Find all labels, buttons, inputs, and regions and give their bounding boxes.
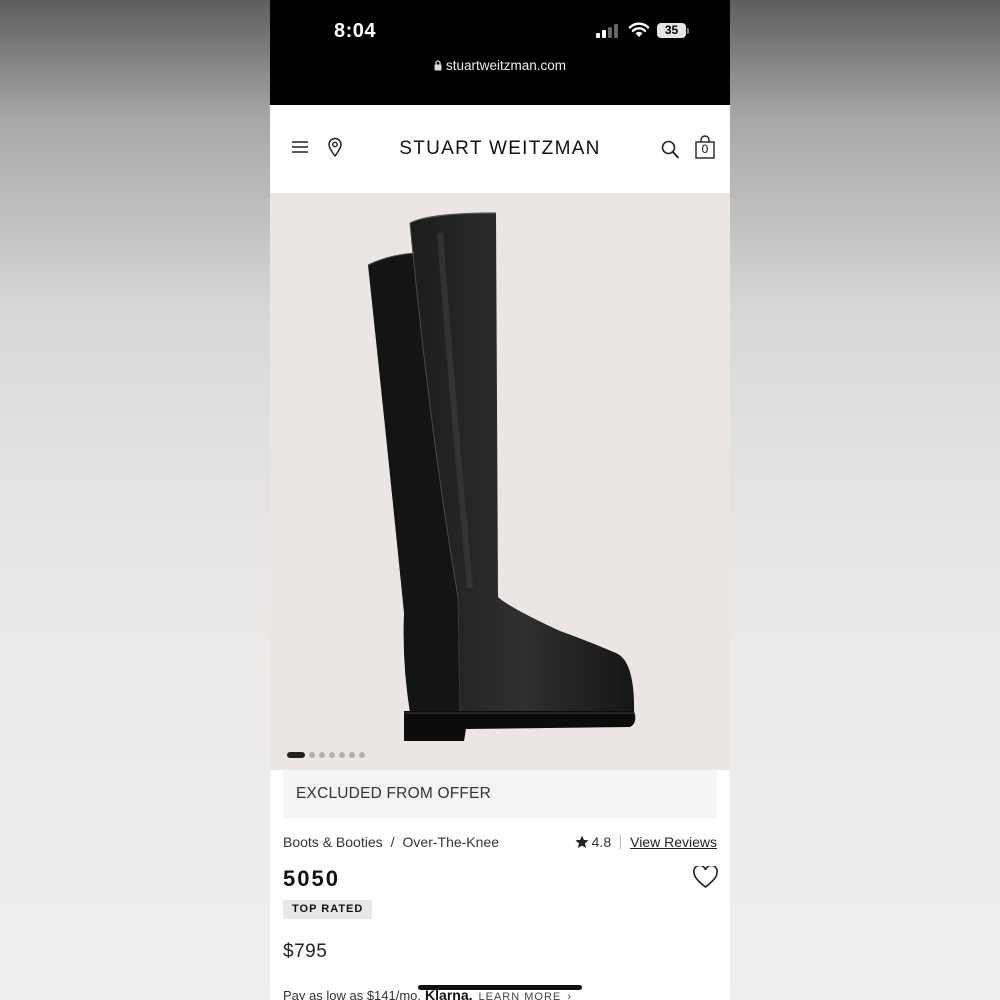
product-image-gallery[interactable]: [270, 193, 730, 770]
battery-tip: [687, 28, 689, 34]
breadcrumb: Boots & Booties / Over-The-Knee: [283, 834, 499, 850]
divider: [620, 835, 622, 849]
offer-notice: EXCLUDED FROM OFFER: [283, 770, 717, 818]
status-bar: 8:04 35 stuartweitzman.com: [270, 0, 730, 105]
rating-value: 4.8: [591, 834, 612, 850]
installment-text: Pay as low as $141/mo.: [283, 988, 422, 1000]
phone-screen: 8:04 35 stuartweitzman.com STUART WEITZM…: [270, 0, 730, 1000]
wifi-icon: [628, 22, 650, 37]
gallery-dot[interactable]: [339, 752, 345, 758]
gallery-dot[interactable]: [309, 752, 315, 758]
url-text: stuartweitzman.com: [445, 58, 567, 73]
background-blur-left: [0, 0, 270, 1000]
breadcrumb-separator: /: [390, 834, 395, 850]
breadcrumb-item[interactable]: Boots & Booties: [283, 834, 383, 850]
gallery-dot[interactable]: [319, 752, 325, 758]
background-blur-right: [730, 0, 1000, 1000]
star-icon: [575, 835, 589, 848]
lock-icon: [434, 60, 442, 71]
product-price: $795: [283, 941, 328, 962]
product-name: 5050: [283, 866, 340, 891]
view-reviews-link[interactable]: View Reviews: [630, 834, 717, 850]
breadcrumb-item[interactable]: Over-The-Knee: [403, 834, 499, 850]
top-rated-badge: TOP RATED: [283, 900, 373, 919]
address-bar[interactable]: stuartweitzman.com: [270, 58, 730, 73]
cellular-signal-icon: [596, 24, 618, 38]
battery-icon: 35: [657, 23, 686, 38]
site-header: STUART WEITZMAN 0: [270, 105, 730, 194]
status-time: 8:04: [334, 20, 377, 42]
gallery-dot[interactable]: [349, 752, 355, 758]
bag-count: 0: [701, 142, 709, 156]
gallery-pagination[interactable]: [287, 752, 365, 758]
search-icon[interactable]: [661, 140, 679, 159]
product-rating: 4.8 View Reviews: [575, 834, 717, 850]
gallery-dot[interactable]: [329, 752, 335, 758]
gallery-dot[interactable]: [359, 752, 365, 758]
heart-icon[interactable]: [693, 866, 718, 888]
boot-image: [367, 212, 636, 741]
home-indicator[interactable]: [418, 985, 582, 990]
gallery-dot[interactable]: [287, 752, 305, 758]
chevron-right-icon: ›: [567, 991, 572, 1000]
learn-more-link[interactable]: LEARN MORE: [479, 991, 562, 1000]
